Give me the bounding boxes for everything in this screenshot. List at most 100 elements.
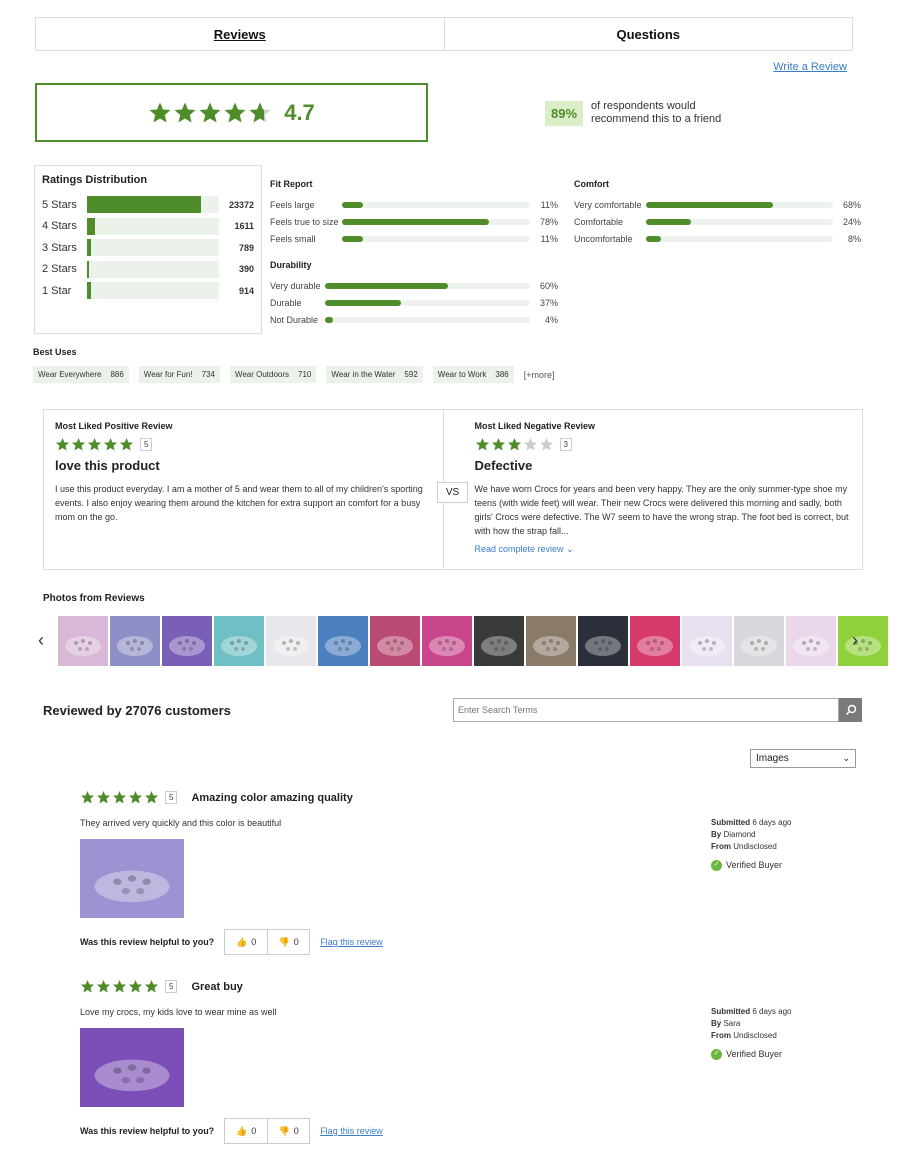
distribution-row[interactable]: 2 Stars 390 <box>42 259 254 281</box>
review-photo-thumbnail[interactable] <box>58 616 108 666</box>
review-search-input[interactable] <box>453 698 839 722</box>
best-use-tag[interactable]: Wear Everywhere 886 <box>33 366 129 383</box>
review-photo-thumbnail[interactable] <box>266 616 316 666</box>
review-photo-thumbnail[interactable] <box>110 616 160 666</box>
review-photo-thumbnail[interactable] <box>786 616 836 666</box>
tab-reviews-label: Reviews <box>213 26 266 42</box>
star-icon <box>87 437 102 451</box>
tab-reviews[interactable]: Reviews <box>36 18 444 50</box>
helpful-question: Was this review helpful to you? <box>80 1126 215 1136</box>
best-use-label: Wear Outdoors <box>234 370 290 379</box>
best-use-count: 386 <box>495 370 509 379</box>
chevron-right-icon[interactable]: › <box>852 630 858 651</box>
tab-questions[interactable]: Questions <box>443 18 853 50</box>
positive-heading: Most Liked Positive Review <box>55 421 173 431</box>
report-bar-fill <box>325 282 448 289</box>
distribution-row[interactable]: 3 Stars 789 <box>42 237 254 259</box>
sort-select[interactable]: Images ⌄ <box>750 749 856 768</box>
review-photo-thumbnail[interactable] <box>318 616 368 666</box>
report-percent: 11% <box>540 233 558 244</box>
review-photo-thumbnail[interactable] <box>630 616 680 666</box>
report-percent: 11% <box>540 199 558 210</box>
distribution-row[interactable]: 5 Stars 23372 <box>42 194 254 216</box>
report-bar <box>342 201 530 208</box>
thumbs-up-button[interactable]: 👍 0 <box>225 1119 267 1143</box>
review-photo-thumbnail[interactable] <box>526 616 576 666</box>
review-photo-thumbnail[interactable] <box>370 616 420 666</box>
review-1-photo[interactable] <box>80 839 184 918</box>
durability-row: Very durable 60% <box>270 277 558 294</box>
search-button[interactable] <box>839 698 862 722</box>
helpful-question: Was this review helpful to you? <box>80 937 215 947</box>
verified-buyer-badge: ✓ Verified Buyer <box>711 1048 791 1060</box>
review-photo-thumbnail[interactable] <box>422 616 472 666</box>
star-icon <box>112 790 127 804</box>
review-photo-thumbnail[interactable] <box>162 616 212 666</box>
reviewer-name: Sara <box>723 1019 741 1028</box>
report-percent: 24% <box>842 216 861 227</box>
review-1-meta: Submitted 6 days ago By Diamond From Und… <box>711 817 791 871</box>
distribution-row[interactable]: 4 Stars 1611 <box>42 216 254 238</box>
review-2-text: Love my crocs, my kids love to wear mine… <box>80 1007 277 1017</box>
thumbs-down-button[interactable]: 👎 0 <box>267 930 309 954</box>
best-uses-more[interactable]: [+more] <box>524 370 555 380</box>
comfort-row: Very comfortable 68% <box>574 196 861 213</box>
fit-report-row: Feels small 11% <box>270 230 558 247</box>
croc-shoe-image <box>474 616 524 666</box>
review-1-header: 5 Amazing color amazing quality <box>80 790 353 805</box>
best-uses-title: Best Uses <box>33 347 77 357</box>
best-use-tag[interactable]: Wear Outdoors 710 <box>229 366 317 383</box>
photos-title: Photos from Reviews <box>43 593 145 604</box>
most-liked-negative: Most Liked Negative Review 3 Defective W… <box>442 410 863 569</box>
report-label: Comfortable <box>574 216 624 227</box>
from-label: From <box>711 1031 731 1040</box>
review-photo-thumbnail[interactable] <box>682 616 732 666</box>
distribution-count: 1611 <box>234 221 254 232</box>
report-label: Durable <box>270 297 302 308</box>
recommend-text: of respondents would recommend this to a… <box>591 100 722 125</box>
star-icon <box>491 437 505 451</box>
review-photo-thumbnail[interactable] <box>578 616 628 666</box>
report-bar <box>646 218 833 225</box>
review-photo-thumbnail[interactable] <box>838 616 888 666</box>
croc-shoe-image <box>162 616 212 666</box>
write-review-link[interactable]: Write a Review <box>773 61 847 73</box>
thumbs-down-button[interactable]: 👎 0 <box>267 1119 309 1143</box>
best-use-tag[interactable]: Wear for Fun! 734 <box>138 366 220 383</box>
review-photo-thumbnail[interactable] <box>734 616 784 666</box>
best-use-label: Wear in the Water <box>331 370 396 379</box>
report-label: Feels true to size <box>270 216 339 227</box>
durability-report-title: Durability <box>270 260 312 270</box>
distribution-bar-fill <box>86 282 92 300</box>
distribution-bar <box>86 239 220 257</box>
report-bar <box>342 235 530 242</box>
by-label: By <box>711 830 722 839</box>
review-2-photo[interactable] <box>80 1028 184 1107</box>
distribution-row[interactable]: 1 Star 914 <box>42 280 254 302</box>
review-2-title: Great buy <box>191 980 243 993</box>
chevron-left-icon[interactable]: ‹ <box>38 630 44 651</box>
report-bar-fill <box>342 235 363 242</box>
flag-review-link[interactable]: Flag this review <box>320 1126 383 1136</box>
overall-stars <box>148 101 272 125</box>
star-icon <box>144 790 159 804</box>
report-label: Very comfortable <box>574 199 642 210</box>
thumbs-down-icon: 👎 <box>278 936 290 947</box>
flag-review-link[interactable]: Flag this review <box>320 937 383 947</box>
positive-count: 5 <box>140 438 153 451</box>
distribution-bar <box>86 282 220 300</box>
review-photo-thumbnail[interactable] <box>474 616 524 666</box>
reviewer-name: Diamond <box>723 830 756 839</box>
star-icon <box>539 437 553 451</box>
report-label: Very durable <box>270 280 321 291</box>
verified-buyer-label: Verified Buyer <box>726 860 783 870</box>
review-photo-thumbnail[interactable] <box>214 616 264 666</box>
thumbs-up-count: 0 <box>251 937 257 947</box>
read-complete-review-link[interactable]: Read complete review ⌄ <box>475 544 574 555</box>
submitted-label: Submitted <box>711 818 751 827</box>
thumbs-up-button[interactable]: 👍 0 <box>225 930 267 954</box>
report-bar-fill <box>646 235 661 242</box>
thumbs-down-count: 0 <box>293 1126 299 1136</box>
best-use-tag[interactable]: Wear to Work 386 <box>432 366 514 383</box>
best-use-tag[interactable]: Wear in the Water 592 <box>326 366 423 383</box>
